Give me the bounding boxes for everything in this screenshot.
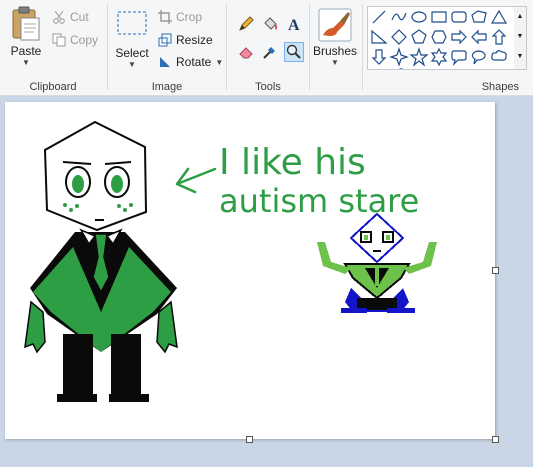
cut-label: Cut bbox=[70, 10, 89, 24]
canvas-drawing: I like his autism stare bbox=[24, 120, 437, 402]
image-group-label: Image bbox=[151, 81, 183, 93]
clipboard-group-label: Clipboard bbox=[29, 81, 77, 93]
shapes-group: Shapes bbox=[363, 0, 533, 95]
select-icon bbox=[117, 11, 147, 35]
rotate-button[interactable]: Rotate ▼ bbox=[158, 55, 223, 69]
crop-label: Crop bbox=[176, 10, 203, 24]
cut-button[interactable]: Cut bbox=[52, 10, 89, 24]
select-label: Select bbox=[115, 46, 149, 60]
arrow-drawing bbox=[175, 167, 217, 194]
brushes-label: Brushes bbox=[312, 44, 358, 58]
left-eye-iris bbox=[72, 175, 84, 193]
right-eye-iris bbox=[111, 175, 123, 193]
left-hand bbox=[24, 300, 46, 354]
copy-label: Copy bbox=[70, 33, 99, 47]
resize-handle-right[interactable] bbox=[492, 267, 499, 274]
separator bbox=[309, 4, 310, 90]
tools-grid: A bbox=[236, 14, 304, 68]
paste-button[interactable]: Paste ▼ bbox=[4, 6, 48, 68]
resize-icon bbox=[158, 33, 172, 47]
workspace: I like his autism stare bbox=[0, 96, 533, 467]
left-shoe bbox=[57, 394, 97, 402]
pixel-sprite bbox=[317, 212, 437, 313]
pencil-icon[interactable] bbox=[236, 14, 256, 34]
shapes-group-label: Shapes bbox=[481, 81, 519, 93]
copy-icon bbox=[52, 33, 66, 47]
rotate-dropdown-icon[interactable]: ▼ bbox=[215, 58, 223, 67]
brushes-dropdown-icon[interactable]: ▼ bbox=[312, 58, 358, 67]
color-picker-icon[interactable] bbox=[260, 42, 280, 62]
text-icon[interactable]: A bbox=[284, 14, 304, 34]
crop-button[interactable]: Crop bbox=[158, 10, 202, 24]
fill-icon[interactable] bbox=[260, 14, 280, 34]
right-shoe bbox=[109, 394, 149, 402]
paste-dropdown-icon[interactable]: ▼ bbox=[4, 58, 48, 67]
crop-icon bbox=[158, 10, 172, 24]
clipboard-group: Paste ▼ Cut Copy Clipboard bbox=[0, 0, 106, 95]
rotate-label: Rotate bbox=[176, 55, 212, 69]
paste-icon bbox=[12, 6, 40, 41]
brush-icon bbox=[318, 8, 352, 42]
image-group: Select ▼ Crop Resize Rotate ▼ Image bbox=[108, 0, 226, 95]
scissors-icon bbox=[53, 10, 65, 24]
ribbon: Paste ▼ Cut Copy Clipboard Select ▼ Crop bbox=[0, 0, 533, 96]
brushes-button[interactable]: Brushes ▼ bbox=[312, 8, 358, 70]
handwriting-line1: I like his bbox=[219, 142, 366, 183]
resize-handle-corner[interactable] bbox=[492, 436, 499, 443]
paste-label: Paste bbox=[10, 44, 42, 58]
rotate-icon bbox=[160, 57, 170, 67]
drawn-character bbox=[43, 120, 148, 232]
resize-handle-bottom[interactable] bbox=[246, 436, 253, 443]
left-leg bbox=[63, 334, 93, 398]
handwriting-line2: autism stare bbox=[219, 182, 419, 220]
drawing-canvas[interactable]: I like his autism stare bbox=[5, 102, 495, 439]
resize-button[interactable]: Resize bbox=[158, 33, 213, 47]
tools-group-label: Tools bbox=[255, 81, 281, 93]
eraser-icon[interactable] bbox=[236, 42, 256, 62]
svg-text:A: A bbox=[288, 17, 300, 32]
select-dropdown-icon[interactable]: ▼ bbox=[112, 60, 152, 69]
resize-label: Resize bbox=[176, 33, 213, 47]
right-leg bbox=[111, 334, 141, 398]
select-button[interactable]: Select ▼ bbox=[112, 6, 152, 69]
copy-button[interactable]: Copy bbox=[52, 33, 98, 47]
magnifier-icon[interactable] bbox=[284, 42, 304, 62]
